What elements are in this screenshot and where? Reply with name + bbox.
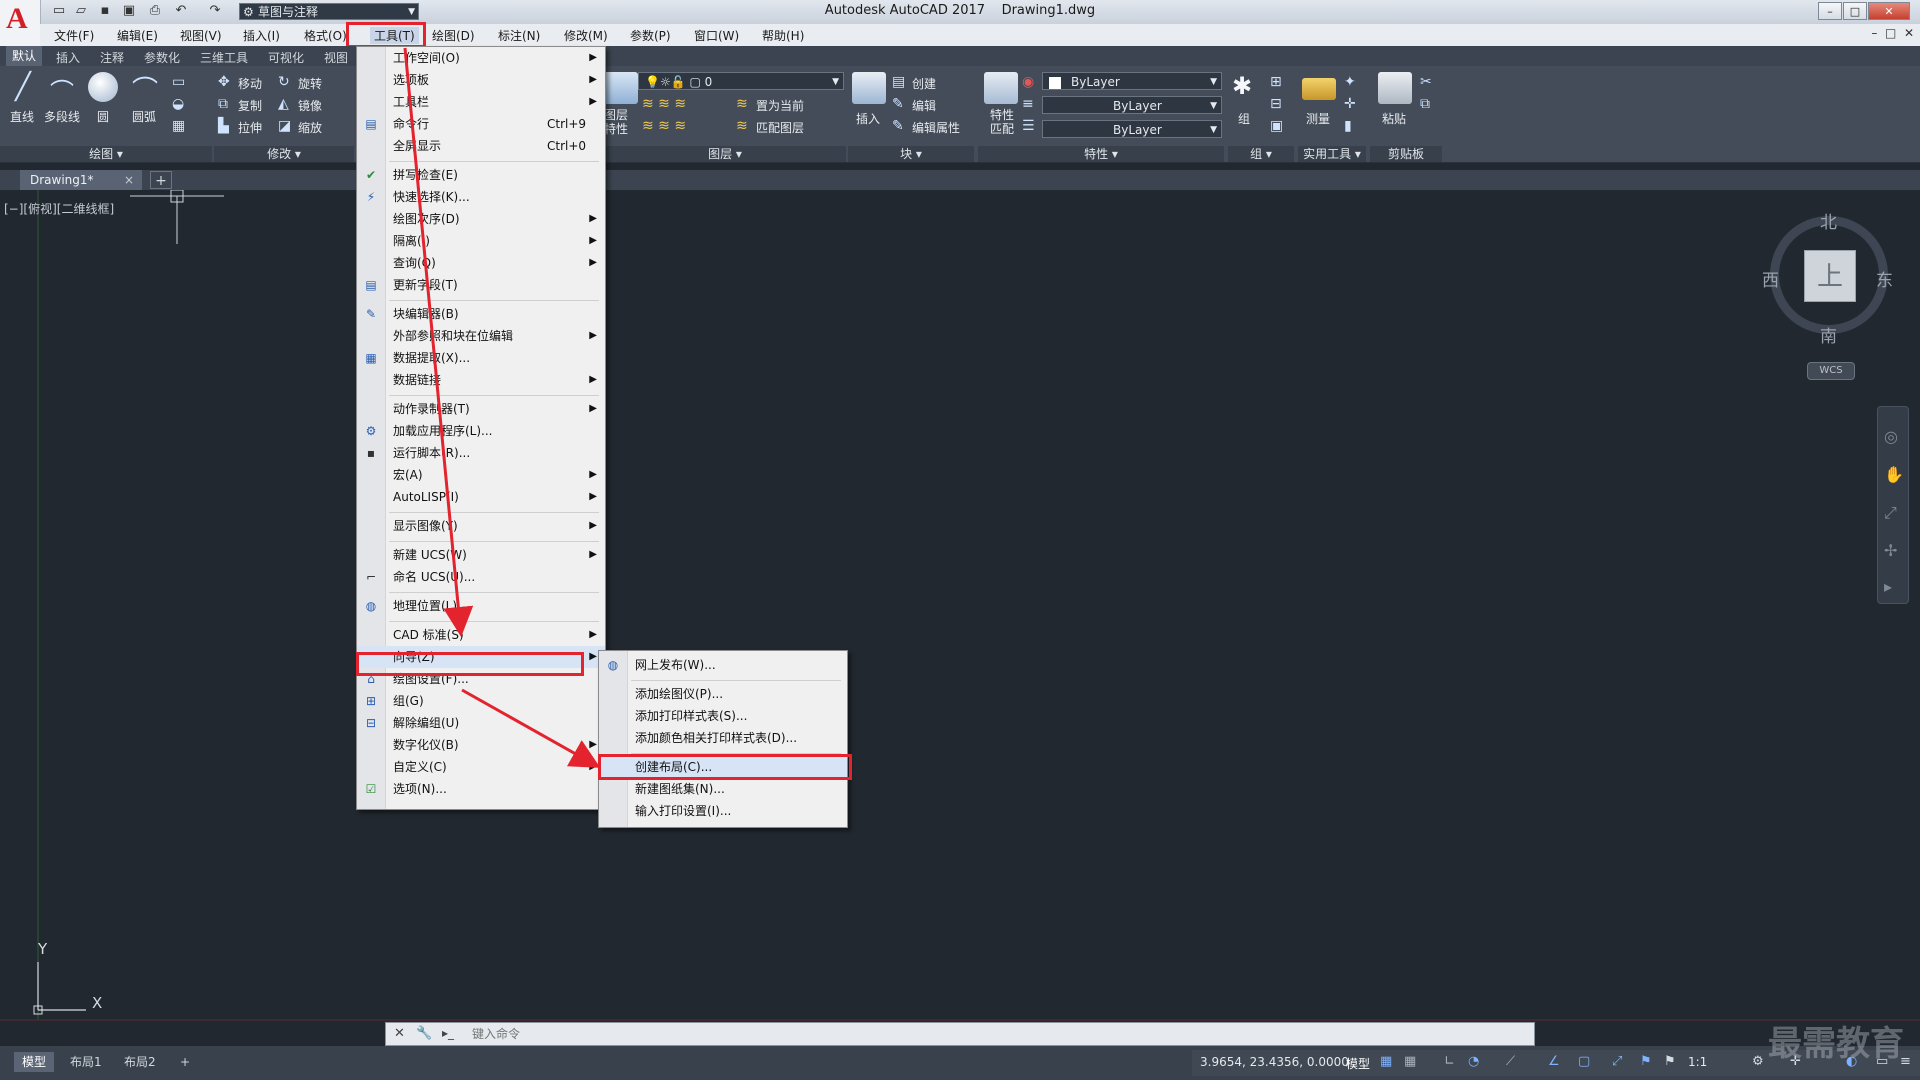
arrow-to-create-layout — [461, 688, 601, 768]
tutorial-arrows — [403, 47, 601, 768]
arrow-to-wizards — [403, 47, 474, 637]
